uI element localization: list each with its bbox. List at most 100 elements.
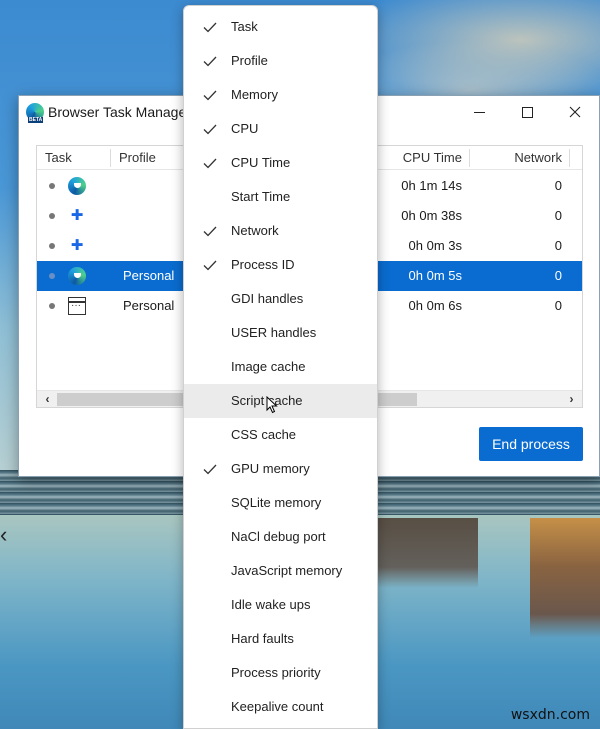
menu-item-process-id[interactable]: Process ID bbox=[184, 248, 377, 282]
menu-item-label: USER handles bbox=[231, 325, 317, 340]
menu-item-process-priority[interactable]: Process priority bbox=[184, 656, 377, 690]
bullet-icon bbox=[49, 273, 55, 279]
checkmark-icon bbox=[202, 384, 218, 418]
puzzle-icon: ✚ bbox=[70, 207, 84, 224]
row-network: 0 bbox=[554, 178, 562, 193]
menu-item-label: Idle wake ups bbox=[231, 597, 311, 612]
row-profile: Personal bbox=[123, 298, 175, 313]
checkmark-icon bbox=[202, 214, 218, 248]
menu-item-javascript-memory[interactable]: JavaScript memory bbox=[184, 554, 377, 588]
checkmark-icon bbox=[202, 282, 218, 316]
menu-item-cpu-time[interactable]: CPU Time bbox=[184, 146, 377, 180]
checkmark-icon bbox=[202, 112, 218, 146]
column-header-network[interactable]: Network bbox=[470, 146, 570, 170]
checkmark-icon bbox=[202, 44, 218, 78]
checkmark-icon bbox=[202, 180, 218, 214]
menu-item-keepalive-count[interactable]: Keepalive count bbox=[184, 690, 377, 724]
menu-item-label: CSS cache bbox=[231, 427, 297, 442]
wallpaper-reflection-orange bbox=[530, 518, 600, 638]
bird-silhouette: ‹ bbox=[0, 522, 8, 547]
column-header-task[interactable]: Task bbox=[37, 146, 111, 170]
menu-item-memory[interactable]: Memory bbox=[184, 78, 377, 112]
row-network: 0 bbox=[554, 238, 562, 253]
menu-item-image-cache[interactable]: Image cache bbox=[184, 350, 377, 384]
checkmark-icon bbox=[202, 656, 218, 690]
menu-item-label: JavaScript memory bbox=[231, 563, 343, 578]
scroll-right-icon[interactable]: › bbox=[563, 391, 580, 407]
menu-item-label: Process priority bbox=[231, 665, 321, 680]
menu-item-label: Network bbox=[231, 223, 279, 238]
menu-item-label: Process ID bbox=[231, 257, 295, 272]
menu-item-label: Keepalive count bbox=[231, 699, 324, 714]
edge-icon bbox=[68, 267, 86, 285]
menu-item-label: Image cache bbox=[231, 359, 306, 374]
row-cpu-time: 0h 0m 6s bbox=[408, 298, 462, 313]
menu-item-label: NaCl debug port bbox=[231, 529, 326, 544]
menu-item-label: SQLite memory bbox=[231, 495, 322, 510]
bullet-icon bbox=[49, 213, 55, 219]
checkmark-icon bbox=[202, 418, 218, 452]
close-icon bbox=[569, 106, 581, 118]
checkmark-icon bbox=[202, 588, 218, 622]
row-cpu-time: 0h 0m 5s bbox=[408, 268, 462, 283]
checkmark-icon bbox=[202, 622, 218, 656]
mouse-cursor-icon bbox=[266, 396, 278, 414]
checkmark-icon bbox=[202, 690, 218, 724]
row-network: 0 bbox=[554, 208, 562, 223]
checkmark-icon bbox=[202, 10, 218, 44]
checkmark-icon bbox=[202, 78, 218, 112]
menu-item-hard-faults[interactable]: Hard faults bbox=[184, 622, 377, 656]
column-context-menu: Task Profile Memory CPU CPU Time Start Time Ne… bbox=[183, 5, 378, 729]
menu-item-script-cache[interactable]: Script cache bbox=[184, 384, 377, 418]
checkmark-icon bbox=[202, 350, 218, 384]
row-network: 0 bbox=[554, 268, 562, 283]
watermark: wsxdn.com bbox=[510, 707, 590, 723]
row-cpu-time: 0h 0m 3s bbox=[408, 238, 462, 253]
menu-item-label: CPU bbox=[231, 121, 259, 136]
menu-item-label: Profile bbox=[231, 53, 268, 68]
wallpaper-reflection-dark bbox=[378, 518, 478, 588]
minimize-button[interactable] bbox=[455, 96, 503, 128]
menu-item-label: Hard faults bbox=[231, 631, 294, 646]
end-process-button[interactable]: End process bbox=[479, 427, 583, 461]
menu-item-label: CPU Time bbox=[231, 155, 291, 170]
window-icon bbox=[68, 297, 86, 315]
row-profile: Personal bbox=[123, 268, 175, 283]
menu-item-nacl-debug-port[interactable]: NaCl debug port bbox=[184, 520, 377, 554]
menu-item-user-handles[interactable]: USER handles bbox=[184, 316, 377, 350]
bullet-icon bbox=[49, 303, 55, 309]
scroll-left-icon[interactable]: ‹ bbox=[39, 391, 56, 407]
column-header-cpu-time[interactable]: CPU Time bbox=[382, 146, 470, 170]
menu-item-gpu-memory[interactable]: GPU memory bbox=[184, 452, 377, 486]
maximize-button[interactable] bbox=[503, 96, 551, 128]
menu-item-label: Start Time bbox=[231, 189, 291, 204]
menu-item-label: GDI handles bbox=[231, 291, 304, 306]
menu-item-css-cache[interactable]: CSS cache bbox=[184, 418, 377, 452]
row-network: 0 bbox=[554, 298, 562, 313]
minimize-icon bbox=[473, 111, 485, 113]
menu-item-network[interactable]: Network bbox=[184, 214, 377, 248]
close-button[interactable] bbox=[551, 96, 599, 128]
menu-item-cpu[interactable]: CPU bbox=[184, 112, 377, 146]
menu-item-label: Task bbox=[231, 19, 258, 34]
edge-icon bbox=[68, 177, 86, 195]
checkmark-icon bbox=[202, 486, 218, 520]
maximize-icon bbox=[521, 106, 533, 118]
menu-item-start-time[interactable]: Start Time bbox=[184, 180, 377, 214]
edge-beta-icon: BETA bbox=[26, 103, 44, 123]
checkmark-icon bbox=[202, 452, 218, 486]
checkmark-icon bbox=[202, 146, 218, 180]
checkmark-icon bbox=[202, 554, 218, 588]
checkmark-icon bbox=[202, 316, 218, 350]
menu-item-profile[interactable]: Profile bbox=[184, 44, 377, 78]
menu-item-idle-wake-ups[interactable]: Idle wake ups bbox=[184, 588, 377, 622]
menu-item-gdi-handles[interactable]: GDI handles bbox=[184, 282, 377, 316]
bullet-icon bbox=[49, 183, 55, 189]
menu-item-task[interactable]: Task bbox=[184, 10, 377, 44]
menu-item-label: GPU memory bbox=[231, 461, 310, 476]
menu-item-sqlite-memory[interactable]: SQLite memory bbox=[184, 486, 377, 520]
row-cpu-time: 0h 0m 38s bbox=[401, 208, 462, 223]
puzzle-icon: ✚ bbox=[70, 237, 84, 254]
bullet-icon bbox=[49, 243, 55, 249]
menu-item-label: Memory bbox=[231, 87, 278, 102]
